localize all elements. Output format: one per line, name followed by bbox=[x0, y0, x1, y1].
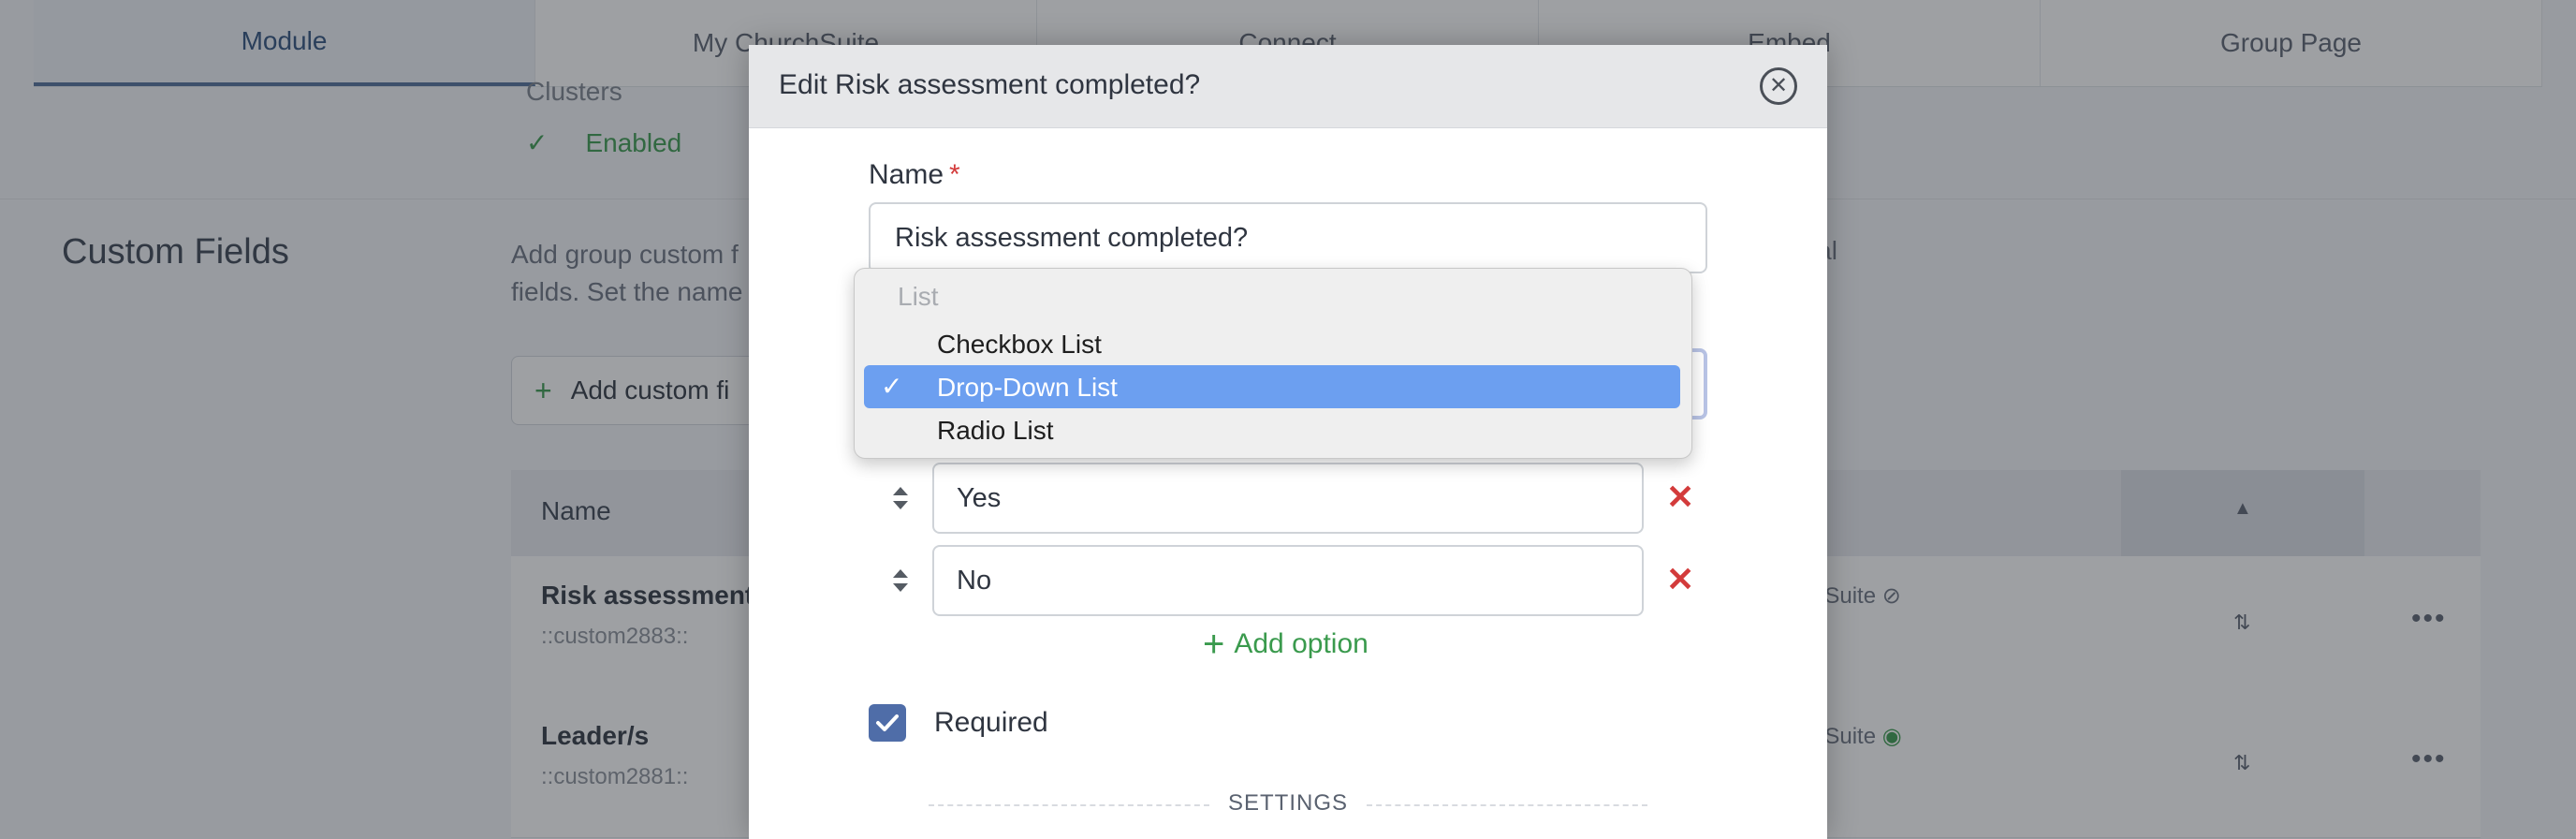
checkmark-icon: ✓ bbox=[881, 372, 903, 401]
option-row: Yes ✕ bbox=[869, 463, 1707, 534]
reorder-handle-icon[interactable] bbox=[889, 566, 912, 596]
delete-option-icon[interactable]: ✕ bbox=[1666, 560, 1694, 599]
reorder-handle-icon[interactable] bbox=[889, 483, 912, 513]
divider-line bbox=[1367, 804, 1647, 806]
dropdown-option-drop-down-list[interactable]: ✓ Drop-Down List bbox=[864, 365, 1680, 408]
checkmark-icon bbox=[876, 714, 899, 731]
delete-option-icon[interactable]: ✕ bbox=[1666, 478, 1694, 517]
field-type-dropdown: List Checkbox List ✓ Drop-Down List Radi… bbox=[854, 268, 1692, 459]
add-option-button[interactable]: + Add option bbox=[1203, 626, 1368, 663]
settings-heading: SETTINGS bbox=[1227, 790, 1348, 816]
dropdown-option-checkbox-list[interactable]: Checkbox List bbox=[864, 322, 1680, 365]
name-label: Name * bbox=[869, 159, 960, 190]
option-input[interactable]: Yes bbox=[932, 463, 1644, 534]
dropdown-option-radio-list[interactable]: Radio List bbox=[864, 408, 1680, 451]
plus-icon: + bbox=[1203, 624, 1225, 665]
settings-divider: SETTINGS bbox=[929, 790, 1647, 818]
required-field: Required bbox=[869, 704, 1048, 742]
name-input[interactable]: Risk assessment completed? bbox=[869, 202, 1707, 273]
required-asterisk: * bbox=[949, 159, 960, 190]
dropdown-group-label: List bbox=[898, 282, 939, 311]
option-row: No ✕ bbox=[869, 545, 1707, 616]
required-label: Required bbox=[934, 707, 1048, 738]
close-icon[interactable]: ✕ bbox=[1760, 67, 1797, 105]
option-input[interactable]: No bbox=[932, 545, 1644, 616]
modal-title: Edit Risk assessment completed? bbox=[779, 69, 1201, 100]
required-checkbox[interactable] bbox=[869, 704, 906, 742]
modal-header: Edit Risk assessment completed? ✕ bbox=[749, 45, 1827, 128]
add-option-label: Add option bbox=[1234, 628, 1368, 659]
